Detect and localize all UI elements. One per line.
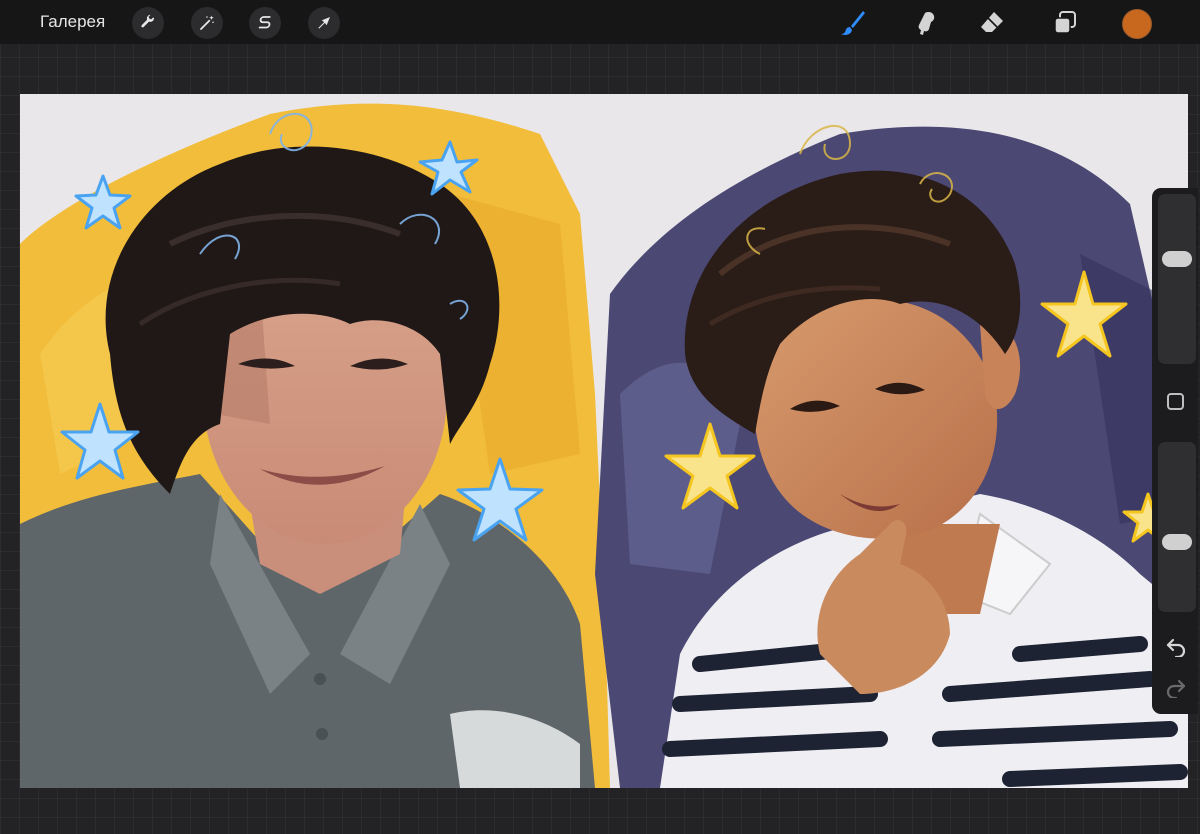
layers-tool-button[interactable] — [1048, 6, 1082, 40]
brush-icon — [841, 11, 865, 35]
adjustments-button[interactable] — [191, 7, 223, 39]
side-toolbar — [1152, 188, 1198, 714]
right-face — [754, 298, 998, 539]
selection-button[interactable] — [249, 7, 281, 39]
smudge-icon — [918, 12, 935, 35]
brush-size-slider[interactable] — [1158, 194, 1196, 364]
transform-button[interactable] — [308, 7, 340, 39]
drawing-canvas[interactable] — [20, 94, 1188, 788]
selection-s-icon — [258, 16, 271, 29]
smudge-tool-button[interactable] — [909, 6, 943, 40]
eraser-icon — [981, 12, 1003, 32]
undo-button[interactable] — [1163, 635, 1189, 659]
redo-button[interactable] — [1163, 676, 1189, 700]
opacity-thumb[interactable] — [1162, 534, 1192, 551]
brush-tool-button[interactable] — [836, 6, 870, 40]
actions-button[interactable] — [132, 7, 164, 39]
modify-square-icon[interactable] — [1167, 393, 1184, 410]
redo-icon — [1166, 679, 1186, 698]
color-picker-button[interactable] — [1122, 9, 1152, 39]
gallery-button[interactable]: Галерея — [40, 12, 105, 32]
top-toolbar: Галерея — [0, 0, 1200, 44]
opacity-slider[interactable] — [1158, 442, 1196, 612]
arrow-cursor-icon — [318, 17, 330, 29]
brush-size-thumb[interactable] — [1162, 250, 1192, 267]
layers-icon — [1054, 11, 1076, 34]
artwork — [20, 103, 1188, 788]
undo-icon — [1166, 638, 1186, 657]
eraser-tool-button[interactable] — [975, 6, 1009, 40]
wrench-icon — [141, 14, 154, 28]
magic-wand-icon — [200, 15, 214, 30]
